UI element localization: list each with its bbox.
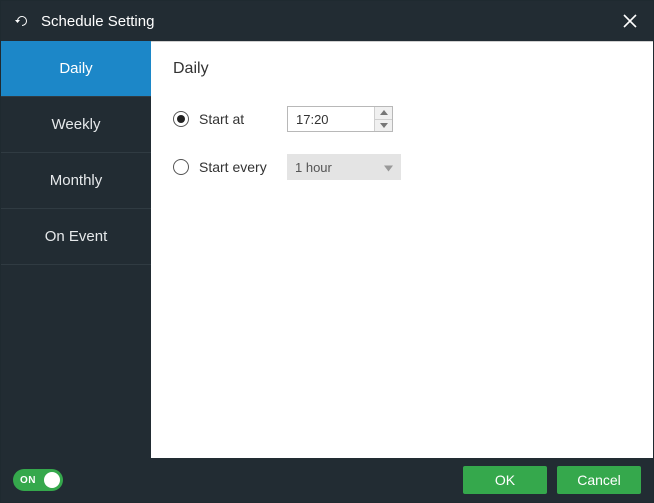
main-panel: Daily Start at bbox=[151, 41, 653, 458]
start-every-label: Start every bbox=[199, 159, 277, 175]
sidebar-item-weekly[interactable]: Weekly bbox=[1, 97, 151, 153]
chevron-down-icon bbox=[380, 123, 388, 128]
radio-start-every[interactable] bbox=[173, 159, 189, 175]
chevron-down-icon bbox=[384, 160, 393, 175]
schedule-setting-dialog: Schedule Setting Daily Weekly Monthly On… bbox=[0, 0, 654, 503]
spinner-down-button[interactable] bbox=[375, 120, 392, 132]
spinner-up-button[interactable] bbox=[375, 107, 392, 120]
dialog-body: Daily Weekly Monthly On Event Daily Star… bbox=[1, 41, 653, 458]
sidebar-item-label: Daily bbox=[59, 60, 92, 77]
time-input-wrapper bbox=[287, 106, 393, 132]
sidebar-item-label: Monthly bbox=[50, 172, 103, 189]
toggle-label: ON bbox=[20, 475, 36, 486]
refresh-icon bbox=[13, 12, 31, 30]
radio-start-at[interactable] bbox=[173, 111, 189, 127]
panel-heading: Daily bbox=[173, 60, 631, 78]
start-every-value: 1 hour bbox=[295, 160, 332, 175]
sidebar-item-on-event[interactable]: On Event bbox=[1, 209, 151, 265]
time-spinner bbox=[374, 107, 392, 131]
sidebar-item-label: Weekly bbox=[52, 116, 101, 133]
sidebar: Daily Weekly Monthly On Event bbox=[1, 41, 151, 458]
close-button[interactable] bbox=[621, 12, 639, 30]
close-icon bbox=[623, 14, 637, 28]
option-start-every-row: Start every 1 hour bbox=[173, 154, 631, 180]
sidebar-item-monthly[interactable]: Monthly bbox=[1, 153, 151, 209]
option-start-at-row: Start at bbox=[173, 106, 631, 132]
start-at-time-field[interactable] bbox=[288, 107, 374, 131]
sidebar-item-daily[interactable]: Daily bbox=[1, 41, 151, 97]
footer: ON OK Cancel bbox=[1, 458, 653, 502]
chevron-up-icon bbox=[380, 110, 388, 115]
sidebar-item-label: On Event bbox=[45, 228, 108, 245]
start-at-label: Start at bbox=[199, 111, 277, 127]
schedule-enabled-toggle[interactable]: ON bbox=[13, 469, 63, 491]
window-title: Schedule Setting bbox=[41, 13, 621, 30]
titlebar: Schedule Setting bbox=[1, 1, 653, 41]
toggle-knob bbox=[44, 472, 60, 488]
ok-button[interactable]: OK bbox=[463, 466, 547, 494]
cancel-button[interactable]: Cancel bbox=[557, 466, 641, 494]
start-every-select[interactable]: 1 hour bbox=[287, 154, 401, 180]
